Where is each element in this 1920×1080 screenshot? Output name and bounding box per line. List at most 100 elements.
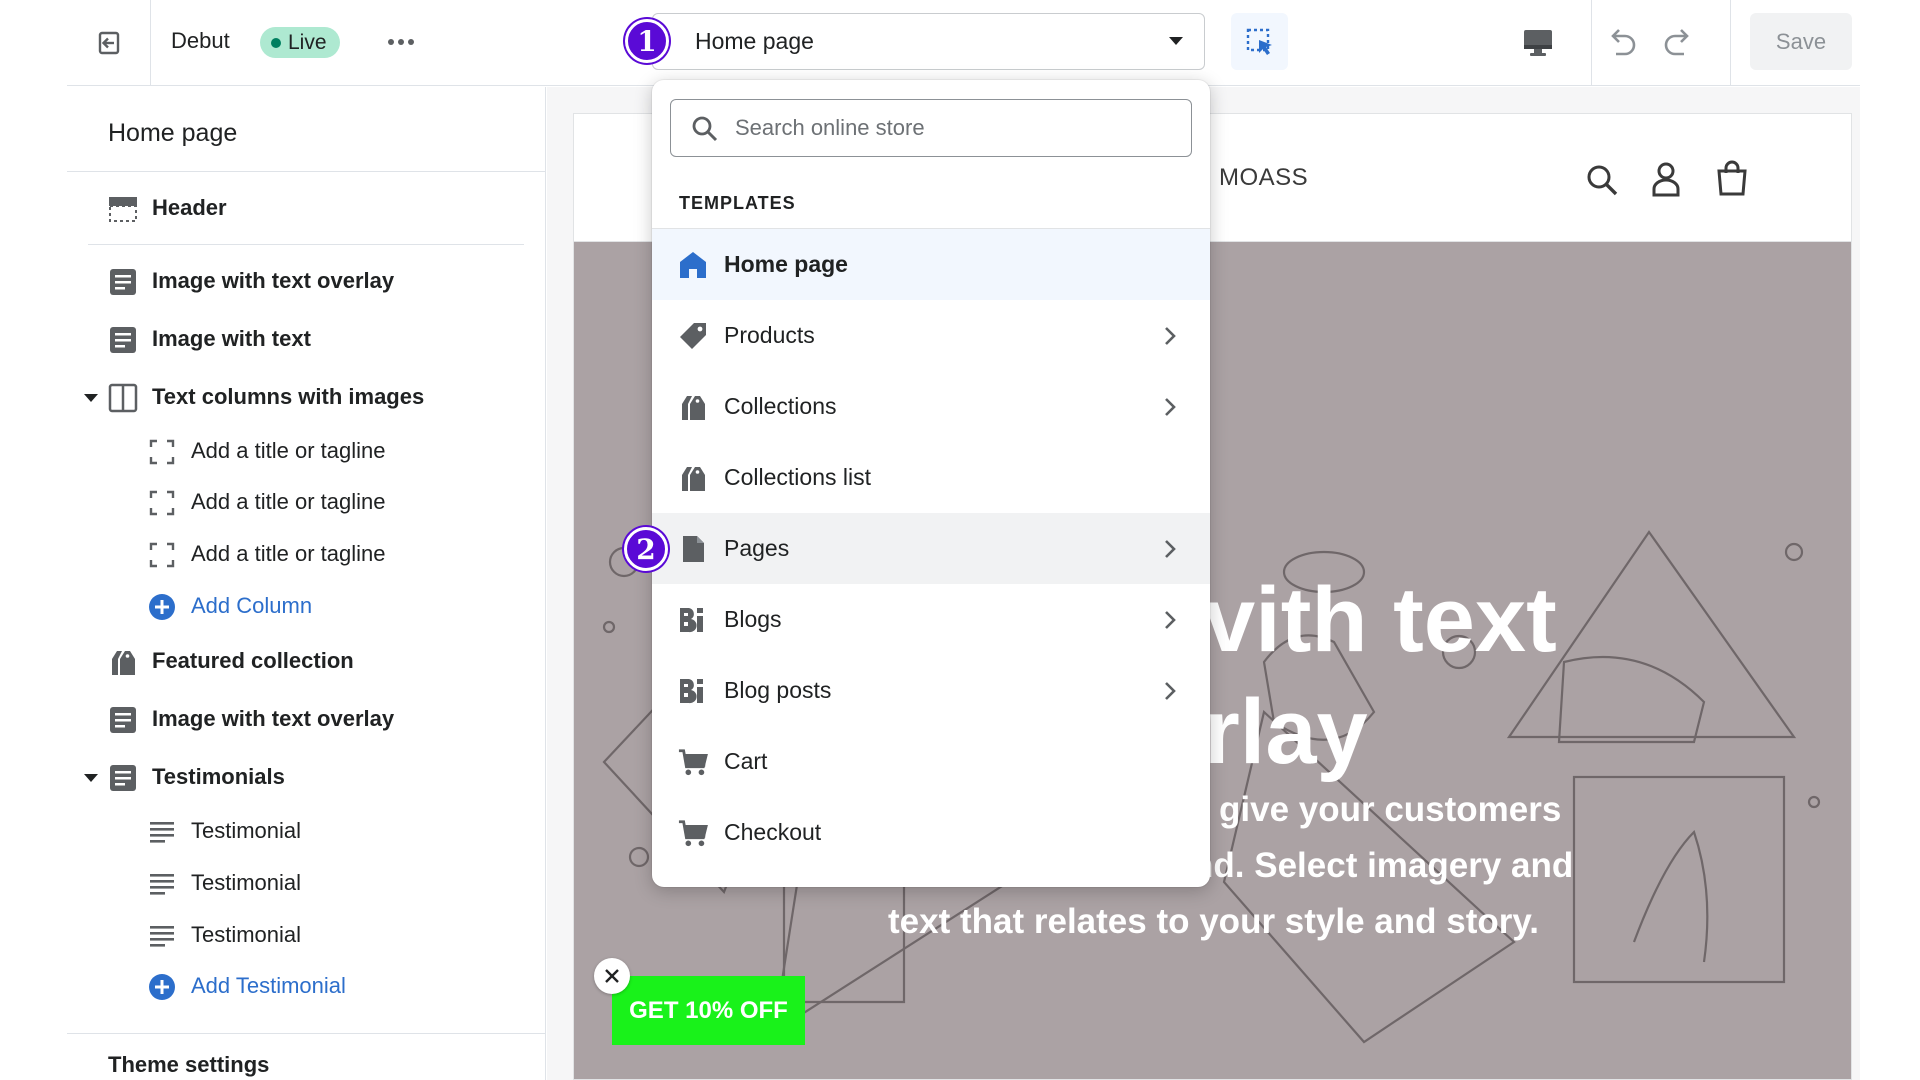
template-item-label: Blog posts [724,677,832,703]
template-item-collections[interactable]: Collections [652,371,1210,442]
template-item-label: Products [724,322,815,348]
sidebar-item-column-block[interactable]: Add a title or tagline [67,478,537,526]
sidebar-item-image-with-text[interactable]: Image with text [67,315,537,363]
section-icon [108,325,138,355]
search-icon [692,116,718,142]
sidebar-item-header[interactable]: Header [67,184,537,232]
tag-icon [678,321,708,351]
sidebar-item-label: Text columns with images [152,384,425,409]
sidebar-item-image-with-text-overlay[interactable]: Image with text overlay [67,695,537,743]
sidebar-item-label: Add a title or tagline [191,541,386,566]
plus-circle-icon [147,972,177,1002]
template-item-cart[interactable]: Cart [652,726,1210,797]
search-icon[interactable] [1585,163,1619,197]
sidebar-item-label: Add a title or tagline [191,438,386,463]
search-field[interactable] [670,99,1192,157]
sidebar-item-label: Image with text overlay [152,268,395,293]
template-item-products[interactable]: Products [652,300,1210,371]
cart-icon [678,818,708,848]
sections-sidebar: Home page Header Image with text overlay… [67,87,546,1080]
divider [67,171,545,172]
divider [67,1033,545,1034]
block-placeholder-icon [147,437,177,467]
save-button[interactable]: Save [1750,13,1852,70]
collapse-caret-icon[interactable] [84,394,98,402]
template-item-blog-posts[interactable]: Blog posts [652,655,1210,726]
sidebar-item-testimonial-block[interactable]: Testimonial [67,859,537,907]
cart-bag-icon[interactable] [1715,159,1749,197]
sidebar-item-label: Add a title or tagline [191,489,386,514]
promo-close-button[interactable] [594,958,630,994]
theme-name: Debut [171,28,230,53]
block-placeholder-icon [147,540,177,570]
section-icon [108,763,138,793]
sidebar-item-label: Featured collection [152,648,354,673]
live-status-badge: Live [260,27,340,58]
account-icon[interactable] [1651,161,1681,197]
sidebar-title: Home page [108,119,238,147]
divider [1730,0,1731,86]
sidebar-item-testimonial-block[interactable]: Testimonial [67,807,537,855]
exit-button[interactable] [67,0,151,86]
sidebar-item-text-columns-with-images[interactable]: Text columns with images [67,373,537,421]
sidebar-item-column-block[interactable]: Add a title or tagline [67,530,537,578]
undo-icon [1611,29,1636,56]
theme-settings-link[interactable]: Theme settings [108,1052,269,1078]
sidebar-item-column-block[interactable]: Add a title or tagline [67,427,537,475]
template-item-checkout[interactable]: Checkout [652,797,1210,868]
page-icon [678,534,708,564]
template-item-collections-list[interactable]: Collections list [652,442,1210,513]
undo-button[interactable] [1600,22,1642,64]
collection-icon [108,647,138,677]
sidebar-item-image-with-text-overlay[interactable]: Image with text overlay [67,257,537,305]
chevron-right-icon [1165,327,1176,345]
home-icon [678,250,708,280]
collapse-caret-icon[interactable] [84,774,98,782]
redo-button[interactable] [1658,22,1700,64]
text-lines-icon [147,817,177,847]
discount-promo-button[interactable]: GET 10% OFF [612,976,805,1045]
template-selector[interactable]: Home page [652,13,1205,70]
hero-title-line: rlay [1204,681,1368,783]
templates-heading: TEMPLATES [679,193,796,213]
sidebar-item-label: Testimonial [191,922,302,947]
chevron-right-icon [1165,611,1176,629]
sidebar-item-label: Testimonial [191,818,302,843]
live-dot-icon [271,37,281,48]
search-input[interactable] [735,112,1175,144]
collection-icon [678,463,708,493]
section-icon [108,705,138,735]
add-testimonial-button[interactable]: Add Testimonial [67,962,537,1010]
sidebar-item-label: Testimonials [152,764,285,789]
text-lines-icon [147,921,177,951]
template-item-label: Blogs [724,606,782,632]
sidebar-item-featured-collection[interactable]: Featured collection [67,637,537,685]
step-badge-1: 1 [625,19,669,63]
sidebar-item-testimonials[interactable]: Testimonials [67,753,537,801]
sidebar-item-label: Image with text [152,326,311,351]
device-preview-button[interactable] [1518,23,1558,63]
template-item-home-page[interactable]: Home page [652,229,1210,300]
template-item-blogs[interactable]: Blogs [652,584,1210,655]
plus-circle-icon [147,592,177,622]
header-section-icon [108,194,138,224]
block-placeholder-icon [147,488,177,518]
more-actions-button[interactable] [383,26,419,58]
template-selector-value: Home page [695,28,814,54]
chevron-right-icon [1165,682,1176,700]
add-column-button[interactable]: Add Column [67,582,537,630]
collection-icon [678,392,708,422]
caret-down-icon [1169,37,1183,45]
store-logo-text[interactable]: MOASS [1219,164,1308,192]
desktop-icon [1524,30,1552,56]
more-horizontal-icon [388,39,414,45]
template-item-label: Checkout [724,819,822,845]
sidebar-item-label: Add Testimonial [191,973,346,998]
divider [1591,0,1592,86]
sidebar-item-label: Header [152,195,227,220]
template-item-pages[interactable]: Pages [652,513,1210,584]
template-item-label: Pages [724,535,790,561]
sidebar-item-testimonial-block[interactable]: Testimonial [67,911,537,959]
inspector-toggle-button[interactable] [1231,13,1288,70]
columns-icon [108,383,138,413]
